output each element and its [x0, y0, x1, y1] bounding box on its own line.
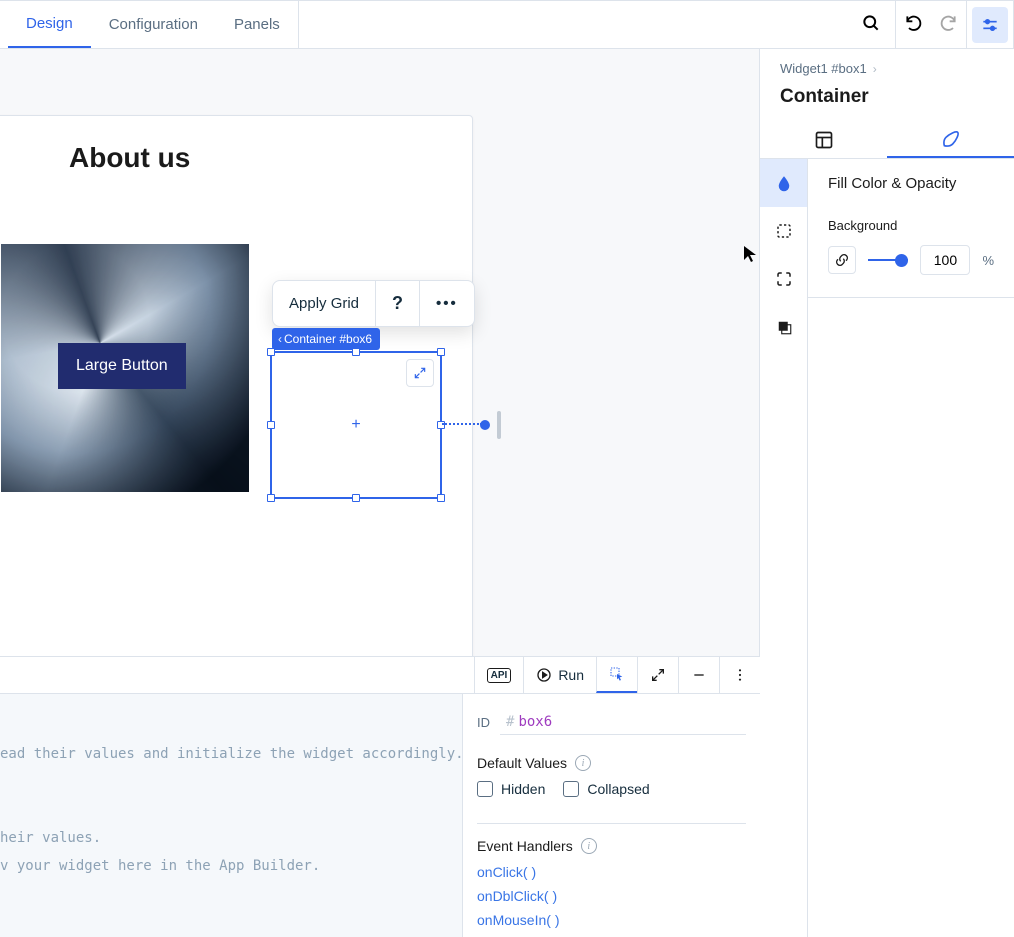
- undo-redo-group: [895, 1, 966, 49]
- run-label: Run: [558, 667, 584, 683]
- opacity-input[interactable]: [920, 245, 970, 275]
- fill-section-title: Fill Color & Opacity: [828, 175, 994, 192]
- add-content-icon[interactable]: +: [351, 416, 360, 434]
- color-link-button[interactable]: [828, 246, 856, 274]
- resize-handle-s[interactable]: [352, 494, 360, 502]
- width-guide-dot[interactable]: [480, 420, 490, 430]
- expand-button[interactable]: [637, 657, 678, 693]
- collapsed-checkbox[interactable]: Collapsed: [563, 781, 649, 797]
- fill-section: Fill Color & Opacity Background %: [808, 159, 1014, 298]
- section-rail: [760, 159, 808, 937]
- page-heading: About us: [69, 142, 190, 174]
- resize-handle-sw[interactable]: [267, 494, 275, 502]
- opacity-unit: %: [982, 253, 994, 268]
- id-field[interactable]: # box6: [500, 710, 746, 735]
- breadcrumb-item[interactable]: Widget1 #box1: [780, 61, 867, 76]
- more-button[interactable]: •••: [420, 281, 474, 326]
- selection-chip-label: Container #box6: [284, 332, 372, 346]
- slider-thumb[interactable]: [895, 254, 908, 267]
- id-value: box6: [518, 714, 552, 730]
- more-icon: •••: [436, 295, 458, 312]
- checkbox-icon: [563, 781, 579, 797]
- element-properties: ID # box6 Default Values i Hidden Collap…: [462, 694, 760, 937]
- background-label: Background: [828, 218, 994, 233]
- hidden-checkbox[interactable]: Hidden: [477, 781, 545, 797]
- resize-handle-n[interactable]: [352, 348, 360, 356]
- tab-design[interactable]: Design: [8, 1, 91, 48]
- top-bar: Design Configuration Panels: [0, 0, 1014, 49]
- width-guide-handle[interactable]: [497, 411, 501, 439]
- event-onmousein[interactable]: onMouseIn( ): [477, 912, 746, 928]
- id-hash: #: [506, 714, 514, 730]
- id-label: ID: [477, 715, 490, 730]
- panel-tabs: [760, 122, 1014, 159]
- settings-sliders-icon[interactable]: [972, 7, 1008, 43]
- cursor-icon: [743, 245, 757, 266]
- more-actions-button[interactable]: [719, 657, 760, 693]
- layout-tab[interactable]: [760, 122, 887, 158]
- help-icon: ?: [392, 293, 403, 314]
- run-button[interactable]: Run: [523, 657, 596, 693]
- api-icon: API: [487, 668, 512, 683]
- resize-handle-ne[interactable]: [437, 348, 445, 356]
- topbar-right: [847, 1, 1014, 48]
- redo-icon[interactable]: [938, 13, 958, 36]
- tab-configuration[interactable]: Configuration: [91, 1, 216, 48]
- settings-group: [966, 1, 1014, 49]
- inspector-panel: Widget1 #box1 › Container: [760, 49, 1014, 937]
- rail-fill[interactable]: [760, 159, 807, 207]
- bottom-panel: API Run ead their values and initialize …: [0, 656, 760, 937]
- api-button[interactable]: API: [474, 657, 524, 693]
- design-canvas[interactable]: About us Large Button Apply Grid ? ••• ‹…: [0, 49, 760, 656]
- minimize-button[interactable]: [678, 657, 719, 693]
- event-ondblclick[interactable]: onDblClick( ): [477, 888, 746, 904]
- selection-chip[interactable]: ‹ Container #box6: [272, 328, 380, 350]
- selected-container[interactable]: +: [270, 351, 442, 499]
- apply-grid-button[interactable]: Apply Grid: [273, 281, 376, 326]
- events-heading: Event Handlers i: [477, 838, 746, 854]
- code-editor[interactable]: ead their values and initialize the widg…: [0, 694, 462, 937]
- large-button[interactable]: Large Button: [58, 343, 186, 389]
- tab-panels[interactable]: Panels: [216, 1, 298, 48]
- resize-handle-w[interactable]: [267, 421, 275, 429]
- tab-strip: Design Configuration Panels: [0, 1, 299, 48]
- resize-handle-se[interactable]: [437, 494, 445, 502]
- zoom-group: [847, 1, 895, 49]
- opacity-slider[interactable]: [868, 252, 908, 268]
- resize-handle-nw[interactable]: [267, 348, 275, 356]
- bottom-toolbar: API Run: [0, 657, 760, 694]
- chevron-left-icon: ‹: [278, 332, 282, 346]
- rail-border[interactable]: [760, 207, 807, 255]
- search-icon[interactable]: [861, 13, 881, 36]
- info-icon[interactable]: i: [581, 838, 597, 854]
- chevron-right-icon: ›: [873, 62, 877, 76]
- event-onclick[interactable]: onClick( ): [477, 864, 746, 880]
- rail-shadow[interactable]: [760, 303, 807, 351]
- expand-selection-button[interactable]: [406, 359, 434, 387]
- panel-title: Container: [760, 80, 1014, 122]
- info-icon[interactable]: i: [575, 755, 591, 771]
- checkbox-icon: [477, 781, 493, 797]
- defaults-heading: Default Values i: [477, 755, 746, 771]
- breadcrumb[interactable]: Widget1 #box1 ›: [760, 49, 1014, 80]
- context-toolbar: Apply Grid ? •••: [272, 280, 475, 327]
- undo-icon[interactable]: [904, 13, 924, 36]
- help-button[interactable]: ?: [376, 281, 420, 326]
- rail-corners[interactable]: [760, 255, 807, 303]
- design-tab[interactable]: [887, 122, 1014, 158]
- opacity-row: %: [828, 245, 994, 275]
- width-guide-line: [442, 423, 482, 425]
- select-mode-button[interactable]: [596, 657, 637, 693]
